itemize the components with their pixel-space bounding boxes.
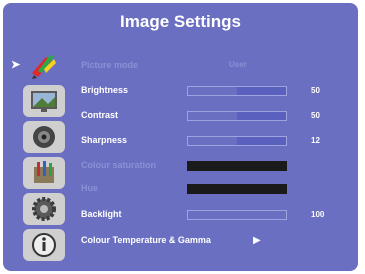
sharpness-slider[interactable] [187,136,287,146]
slider-remainder [237,112,286,120]
colour-saturation-slider-disabled [187,161,287,171]
setting-label: Sharpness [81,135,128,145]
setting-row-colour-saturation: Colour saturation [81,158,351,176]
setting-value: 100 [311,210,325,219]
setting-value: 50 [311,86,320,95]
backlight-slider[interactable] [187,210,287,220]
setting-label: Hue [81,183,99,193]
setting-row-hue: Hue [81,181,351,199]
slider-fill [188,87,238,95]
slider-fill [188,137,238,145]
submenu-arrow-icon[interactable]: ▶ [253,235,261,246]
setting-row-picture-mode: Picture mode User [81,58,351,76]
setting-label: Picture mode [81,60,139,70]
setting-value: 50 [311,111,320,120]
setting-row-backlight[interactable]: Backlight 100 [81,207,351,225]
setting-label: Contrast [81,110,119,120]
hue-slider-disabled [187,184,287,194]
slider-remainder [237,137,286,145]
slider-fill [188,211,286,219]
setting-label: Colour Temperature & Gamma [81,235,211,245]
setting-value-text: User [229,60,247,69]
slider-fill [188,112,238,120]
osd-menu-panel: Image Settings ➤ Picture mode User Brigh… [3,3,358,271]
setting-row-sharpness[interactable]: Sharpness 12 [81,133,351,151]
setting-label: Backlight [81,209,122,219]
setting-value: 12 [311,136,320,145]
setting-row-colour-temperature[interactable]: Colour Temperature & Gamma ▶ [81,233,351,251]
contrast-slider[interactable] [187,111,287,121]
setting-row-brightness[interactable]: Brightness 50 [81,83,351,101]
brightness-slider[interactable] [187,86,287,96]
slider-remainder [237,87,286,95]
setting-label: Colour saturation [81,160,157,170]
setting-label: Brightness [81,85,129,95]
settings-list: Picture mode User Brightness 50 Contrast… [3,3,358,271]
setting-row-contrast[interactable]: Contrast 50 [81,108,351,126]
